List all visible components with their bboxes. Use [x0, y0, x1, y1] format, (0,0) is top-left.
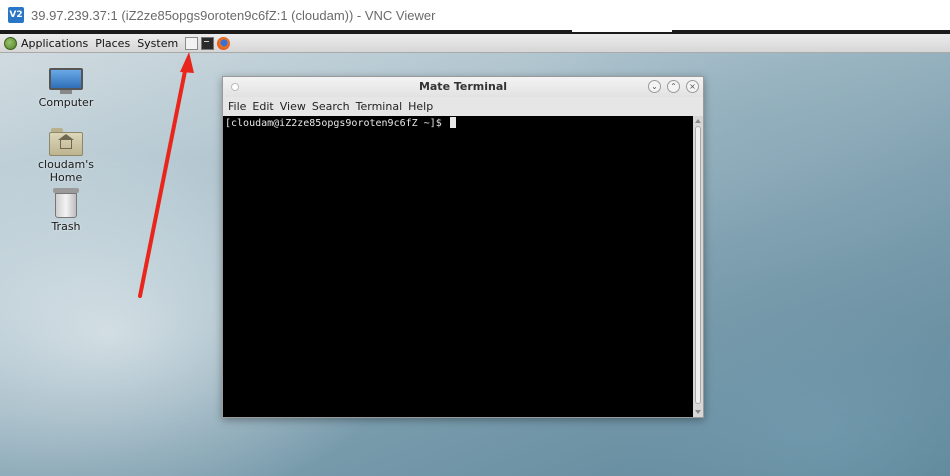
home-folder-icon	[49, 128, 83, 156]
menu-edit[interactable]: Edit	[252, 100, 273, 113]
scrollbar-thumb[interactable]	[695, 126, 701, 404]
computer-icon	[49, 68, 83, 94]
terminal-scrollbar[interactable]	[693, 116, 703, 417]
menu-view[interactable]: View	[280, 100, 306, 113]
close-button[interactable]: ×	[686, 80, 699, 93]
desktop-icon-label: cloudam's Home	[38, 158, 94, 184]
terminal-icon[interactable]	[201, 36, 215, 50]
menu-help[interactable]: Help	[408, 100, 433, 113]
desktop-icon-home[interactable]: cloudam's Home	[21, 128, 111, 184]
menu-terminal[interactable]: Terminal	[356, 100, 403, 113]
text-cursor	[449, 117, 456, 128]
desktop-icon-label: Computer	[38, 96, 94, 109]
top-panel: Applications Places System	[0, 34, 950, 53]
prompt-text: [cloudam@iZ2ze85opgs9oroten9c6fZ ~]$	[225, 118, 448, 129]
menu-places[interactable]: Places	[95, 37, 130, 50]
terminal-menubar: File Edit View Search Terminal Help	[223, 97, 703, 115]
terminal-title: Mate Terminal	[418, 80, 508, 93]
text-editor-icon[interactable]	[185, 36, 199, 50]
terminal-window: Mate Terminal ⌄ ⌃ × File Edit View Searc…	[222, 76, 704, 418]
desktop: Applications Places System Computer clou…	[0, 34, 950, 476]
terminal-prompt: [cloudam@iZ2ze85opgs9oroten9c6fZ ~]$	[225, 117, 456, 129]
minimize-button[interactable]: ⌄	[648, 80, 661, 93]
scroll-up-icon[interactable]	[695, 119, 701, 123]
desktop-icon-computer[interactable]: Computer	[21, 68, 111, 109]
scroll-down-icon[interactable]	[695, 410, 701, 414]
menu-search[interactable]: Search	[312, 100, 350, 113]
menu-file[interactable]: File	[228, 100, 246, 113]
mate-logo-icon[interactable]	[4, 36, 17, 50]
vnc-window-title: 39.97.239.37:1 (iZ2ze85opgs9oroten9c6fZ:…	[31, 7, 436, 23]
firefox-icon[interactable]	[217, 36, 231, 50]
vnc-titlebar: V2 39.97.239.37:1 (iZ2ze85opgs9oroten9c6…	[0, 0, 950, 30]
menu-system[interactable]: System	[137, 37, 178, 50]
maximize-button[interactable]: ⌃	[667, 80, 680, 93]
terminal-titlebar[interactable]: Mate Terminal ⌄ ⌃ ×	[223, 77, 703, 97]
trash-icon	[53, 188, 79, 218]
desktop-icon-trash[interactable]: Trash	[21, 188, 111, 233]
terminal-output[interactable]: [cloudam@iZ2ze85opgs9oroten9c6fZ ~]$	[223, 116, 693, 417]
vnc-viewer-icon: V2	[8, 7, 24, 23]
desktop-icon-label: Trash	[51, 220, 81, 233]
menu-applications[interactable]: Applications	[21, 37, 88, 50]
